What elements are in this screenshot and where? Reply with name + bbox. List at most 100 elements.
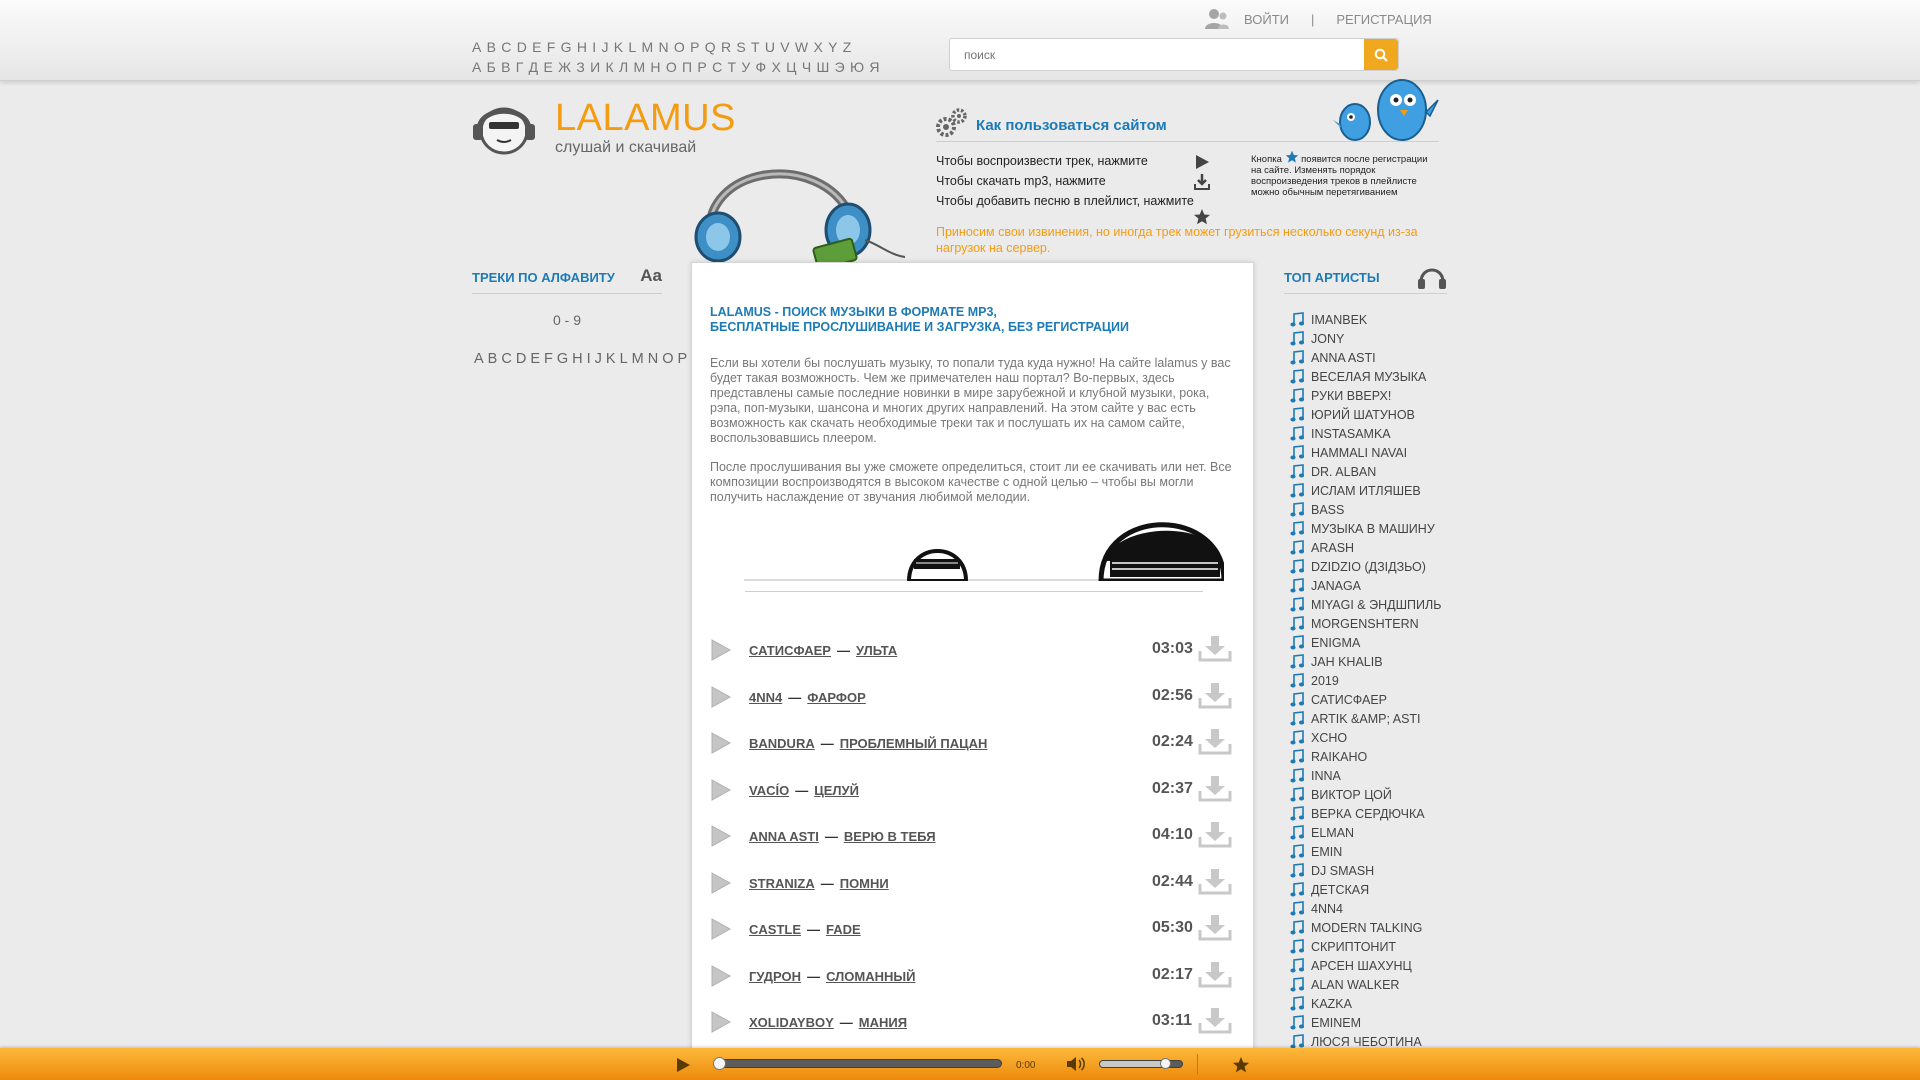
download-track-icon[interactable] <box>1198 913 1232 941</box>
artist-list-item[interactable]: INNA <box>1290 766 1460 785</box>
track-artist-link[interactable]: XOLIDAYBOY <box>749 1015 834 1030</box>
download-track-icon[interactable] <box>1198 1006 1232 1034</box>
alphabet-letter-link[interactable]: I <box>587 351 591 367</box>
alphabet-letter-link[interactable]: Х <box>772 59 782 75</box>
artist-list-item[interactable]: ВИКТОР ЦОЙ <box>1290 785 1460 804</box>
download-track-icon[interactable] <box>1198 774 1232 802</box>
alphabet-letter-link[interactable]: E <box>530 351 540 367</box>
volume-slider[interactable] <box>1099 1058 1183 1069</box>
artist-list-item[interactable]: АРСЕН ШАХУНЦ <box>1290 956 1460 975</box>
artist-list-item[interactable]: DR. ALBAN <box>1290 462 1460 481</box>
alphabet-letter-link[interactable]: Ч <box>802 59 812 75</box>
artist-list-item[interactable]: BASS <box>1290 500 1460 519</box>
artist-list-item[interactable]: JAH KHALIB <box>1290 652 1460 671</box>
artist-list-item[interactable]: ANNA ASTI <box>1290 348 1460 367</box>
download-track-icon[interactable] <box>1198 960 1232 988</box>
artist-list-item[interactable]: DZIDZIO (ДЗІДЗЬО) <box>1290 557 1460 576</box>
alphabet-letter-link[interactable]: И <box>590 59 600 75</box>
alphabet-letter-link[interactable]: С <box>712 59 722 75</box>
play-track-icon[interactable] <box>710 1010 732 1034</box>
alphabet-letter-link[interactable]: F <box>547 39 556 55</box>
download-track-icon[interactable] <box>1198 820 1232 848</box>
alphabet-letter-link[interactable]: Л <box>619 59 629 75</box>
alphabet-letter-link[interactable]: Д <box>529 59 539 75</box>
alphabet-letter-link[interactable]: Q <box>705 39 716 55</box>
alphabet-letter-link[interactable]: L <box>620 351 628 367</box>
alphabet-letter-link[interactable]: H <box>572 351 582 367</box>
alphabet-letter-link[interactable]: G <box>561 39 572 55</box>
alphabet-letter-link[interactable]: B <box>487 39 497 55</box>
artist-list-item[interactable]: MORGENSHTERN <box>1290 614 1460 633</box>
artist-list-item[interactable]: ARTIK &AMP; ASTI <box>1290 709 1460 728</box>
alphabet-letter-link[interactable]: M <box>642 39 654 55</box>
artist-list-item[interactable]: INSTASAMKA <box>1290 424 1460 443</box>
track-artist-link[interactable]: ГУДРОН <box>749 969 801 984</box>
alphabet-letter-link[interactable]: В <box>501 59 511 75</box>
alphabet-letter-link[interactable]: G <box>557 351 568 367</box>
track-title-link[interactable]: СЛОМАННЫЙ <box>826 969 915 984</box>
alphabet-letter-link[interactable]: Е <box>543 59 553 75</box>
alphabet-letter-link[interactable]: J <box>595 351 602 367</box>
artist-list-item[interactable]: ELMAN <box>1290 823 1460 842</box>
download-track-icon[interactable] <box>1198 727 1232 755</box>
artist-list-item[interactable]: HAMMALI NAVAI <box>1290 443 1460 462</box>
alphabet-letter-link[interactable]: Э <box>835 59 845 75</box>
track-artist-link[interactable]: ANNA ASTI <box>749 829 819 844</box>
artist-list-item[interactable]: KAZKA <box>1290 994 1460 1013</box>
alphabet-letter-link[interactable]: J <box>601 39 608 55</box>
alphabet-letter-link[interactable]: D <box>517 39 527 55</box>
search-input[interactable] <box>950 39 1363 70</box>
alphabet-letter-link[interactable]: Т <box>727 59 736 75</box>
alphabet-letter-link[interactable]: F <box>544 351 553 367</box>
artist-list-item[interactable]: RAIKAHO <box>1290 747 1460 766</box>
artist-list-item[interactable]: ВЕСЕЛАЯ МУЗЫКА <box>1290 367 1460 386</box>
alphabet-letter-link[interactable]: T <box>751 39 760 55</box>
player-playlist-star-icon[interactable] <box>1232 1056 1250 1074</box>
alphabet-letter-link[interactable]: З <box>576 59 585 75</box>
alphabet-letter-link[interactable]: O <box>674 39 685 55</box>
alphabet-letter-link[interactable]: У <box>741 59 750 75</box>
alphabet-letter-link[interactable]: P <box>690 39 700 55</box>
alphabet-letter-link[interactable]: D <box>516 351 526 367</box>
artist-list-item[interactable]: РУКИ ВВЕРХ! <box>1290 386 1460 405</box>
artist-list-item[interactable]: 2019 <box>1290 671 1460 690</box>
track-artist-link[interactable]: BANDURA <box>749 736 815 751</box>
player-progress-bar[interactable] <box>713 1057 1002 1070</box>
track-artist-link[interactable]: STRANIZA <box>749 876 815 891</box>
alphabet-letter-link[interactable]: C <box>501 39 511 55</box>
play-track-icon[interactable] <box>710 871 732 895</box>
player-play-button[interactable] <box>675 1057 691 1073</box>
alphabet-letter-link[interactable]: К <box>605 59 613 75</box>
alphabet-letter-link[interactable]: L <box>628 39 636 55</box>
alphabet-letter-link[interactable]: Ц <box>786 59 797 75</box>
alphabet-letter-link[interactable]: Ю <box>850 59 864 75</box>
alphabet-letter-link[interactable]: Г <box>516 59 524 75</box>
alphabet-letter-link[interactable]: Y <box>828 39 838 55</box>
alphabet-letter-link[interactable]: C <box>501 351 511 367</box>
track-title-link[interactable]: ЦЕЛУЙ <box>814 783 859 798</box>
track-artist-link[interactable]: САТИСФАЕР <box>749 643 831 658</box>
alphabet-letter-link[interactable]: X <box>813 39 823 55</box>
artist-list-item[interactable]: ИСЛАМ ИТЛЯШЕВ <box>1290 481 1460 500</box>
search-button[interactable] <box>1364 39 1398 70</box>
alphabet-letter-link[interactable]: E <box>532 39 542 55</box>
alphabet-letter-link[interactable]: H <box>577 39 587 55</box>
artist-list-item[interactable]: MIYAGI & ЭНДШПИЛЬ <box>1290 595 1460 614</box>
artist-list-item[interactable]: ENIGMA <box>1290 633 1460 652</box>
track-title-link[interactable]: ПРОБЛЕМНЫЙ ПАЦАН <box>840 736 988 751</box>
alphabet-letter-link[interactable]: N <box>648 351 658 367</box>
artist-list-item[interactable]: ЮРИЙ ШАТУНОВ <box>1290 405 1460 424</box>
alphabet-letter-link[interactable]: N <box>658 39 668 55</box>
digits-link[interactable]: 0 - 9 <box>472 312 662 328</box>
alphabet-letter-link[interactable]: A <box>472 39 482 55</box>
download-track-icon[interactable] <box>1198 634 1232 662</box>
artist-list-item[interactable]: DJ SMASH <box>1290 861 1460 880</box>
alphabet-letter-link[interactable]: М <box>633 59 645 75</box>
play-track-icon[interactable] <box>710 824 732 848</box>
artist-list-item[interactable]: ALAN WALKER <box>1290 975 1460 994</box>
artist-list-item[interactable]: JONY <box>1290 329 1460 348</box>
track-title-link[interactable]: ФАРФОР <box>807 690 866 705</box>
artist-list-item[interactable]: MODERN TALKING <box>1290 918 1460 937</box>
play-track-icon[interactable] <box>710 731 732 755</box>
alphabet-letter-link[interactable]: K <box>614 39 624 55</box>
